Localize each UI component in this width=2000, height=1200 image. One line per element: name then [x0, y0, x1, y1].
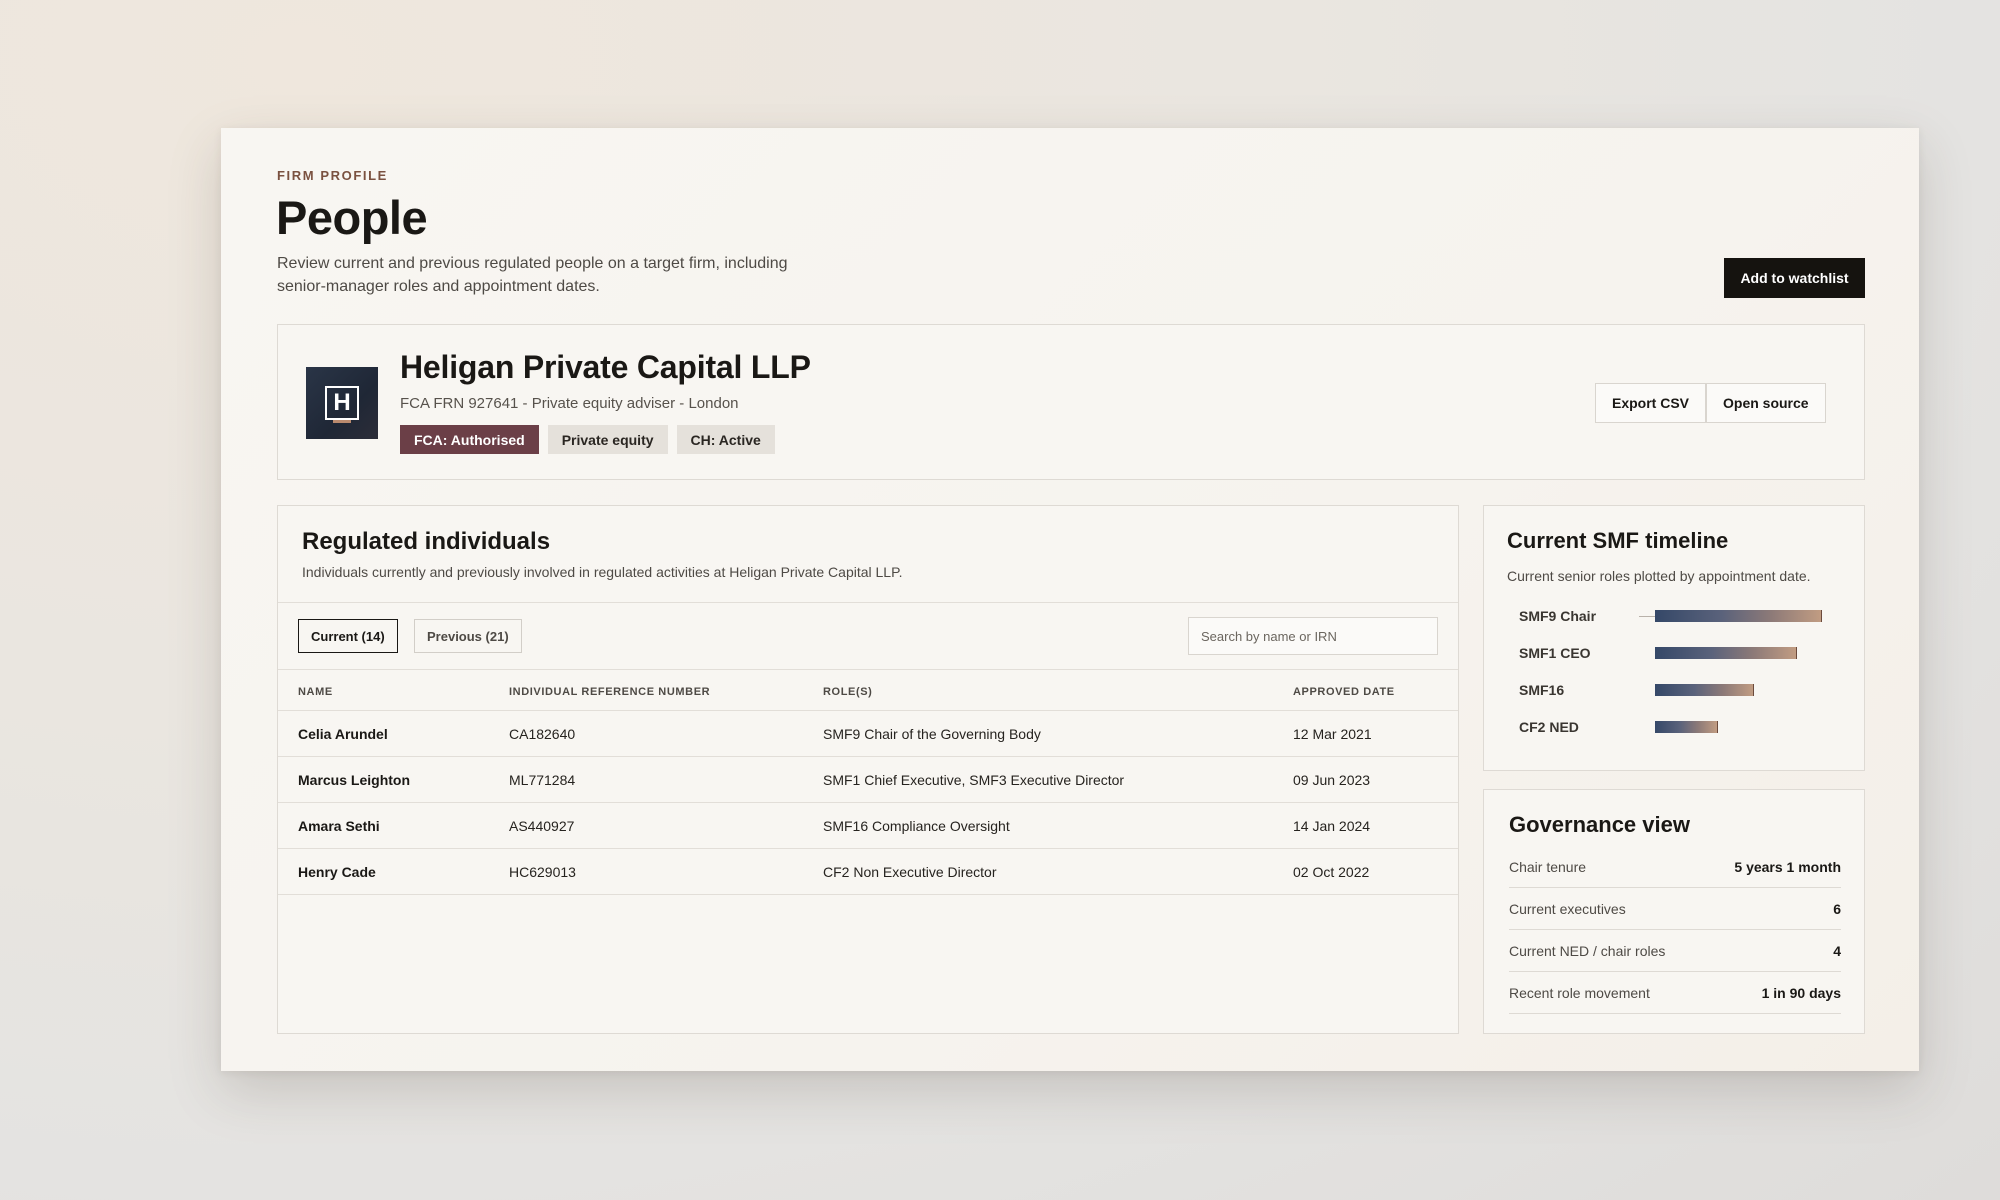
timeline-bar: [1655, 647, 1797, 659]
timeline-bar: [1655, 721, 1718, 733]
smf-timeline-panel: Current SMF timeline Current senior role…: [1483, 505, 1865, 771]
timeline-label: CF2 NED: [1519, 719, 1579, 735]
governance-value: 4: [1833, 943, 1841, 959]
divider: [278, 602, 1458, 603]
cell-roles: SMF1 Chief Executive, SMF3 Executive Dir…: [823, 772, 1125, 788]
page-title: People: [276, 191, 428, 244]
timeline-label: SMF9 Chair: [1519, 608, 1597, 624]
cell-irn: AS440927: [509, 818, 575, 834]
status-badge-fca: FCA: Authorised: [400, 425, 539, 454]
open-source-button[interactable]: Open source: [1706, 383, 1826, 423]
cell-name: Celia Arundel: [298, 726, 388, 742]
tab-current[interactable]: Current (14): [298, 619, 398, 653]
governance-value: 6: [1833, 901, 1841, 917]
column-header-approved-date: APPROVED DATE: [1293, 686, 1395, 698]
governance-value: 1 in 90 days: [1761, 985, 1841, 1001]
governance-panel: Governance view Chair tenure 5 years 1 m…: [1483, 789, 1865, 1034]
firm-profile-card: FIRM PROFILE People Review current and p…: [221, 128, 1919, 1071]
column-header-roles: ROLE(S): [823, 686, 873, 698]
cell-name: Marcus Leighton: [298, 772, 411, 788]
cell-date: 09 Jun 2023: [1293, 772, 1371, 788]
governance-row: Recent role movement 1 in 90 days: [1509, 972, 1841, 1014]
timeline-lead-line: [1639, 616, 1655, 617]
governance-title: Governance view: [1509, 812, 1690, 837]
cell-date: 14 Jan 2024: [1293, 818, 1371, 834]
timeline-bar: [1655, 610, 1822, 622]
cell-name: Amara Sethi: [298, 818, 380, 834]
search-input[interactable]: [1188, 617, 1438, 655]
cell-roles: CF2 Non Executive Director: [823, 864, 997, 880]
divider: [278, 669, 1458, 670]
page-description: Review current and previous regulated pe…: [277, 255, 788, 295]
firm-name: Heligan Private Capital LLP: [400, 349, 811, 385]
panel-subtitle: Individuals currently and previously inv…: [302, 564, 903, 580]
governance-row: Chair tenure 5 years 1 month: [1509, 846, 1841, 888]
firm-logo: H: [306, 367, 378, 439]
page-eyebrow: FIRM PROFILE: [277, 168, 388, 183]
column-header-irn: INDIVIDUAL REFERENCE NUMBER: [509, 686, 711, 698]
export-csv-button[interactable]: Export CSV: [1595, 383, 1707, 423]
cell-name: Henry Cade: [298, 864, 376, 880]
cell-irn: HC629013: [509, 864, 576, 880]
cell-date: 02 Oct 2022: [1293, 864, 1370, 880]
tab-previous[interactable]: Previous (21): [414, 619, 522, 653]
table-row[interactable]: Celia Arundel CA182640 SMF9 Chair of the…: [278, 711, 1458, 757]
status-badge-companies-house: CH: Active: [676, 425, 775, 454]
firm-summary: H Heligan Private Capital LLP FCA FRN 92…: [277, 324, 1865, 480]
firm-logo-letter: H: [325, 386, 359, 423]
firm-meta: FCA FRN 927641 - Private equity adviser …: [400, 395, 739, 412]
panel-title: Regulated individuals: [302, 528, 551, 555]
cell-roles: SMF16 Compliance Oversight: [823, 818, 1010, 834]
governance-value: 5 years 1 month: [1734, 859, 1841, 875]
status-badge-sector: Private equity: [547, 425, 668, 454]
timeline-bar: [1655, 684, 1754, 696]
timeline-label: SMF1 CEO: [1519, 645, 1591, 661]
governance-row: Current NED / chair roles 4: [1509, 930, 1841, 972]
governance-key: Current NED / chair roles: [1509, 943, 1666, 959]
timeline-subtitle: Current senior roles plotted by appointm…: [1507, 568, 1811, 584]
cell-irn: CA182640: [509, 726, 576, 742]
table-row[interactable]: Henry Cade HC629013 CF2 Non Executive Di…: [278, 849, 1458, 895]
table-row[interactable]: Amara Sethi AS440927 SMF16 Compliance Ov…: [278, 803, 1458, 849]
firm-badges: FCA: Authorised Private equity CH: Activ…: [400, 425, 775, 454]
governance-key: Recent role movement: [1509, 985, 1650, 1001]
table-row[interactable]: Marcus Leighton ML771284 SMF1 Chief Exec…: [278, 757, 1458, 803]
column-header-name: NAME: [298, 686, 333, 698]
cell-roles: SMF9 Chair of the Governing Body: [823, 726, 1041, 742]
governance-key: Current executives: [1509, 901, 1626, 917]
cell-date: 12 Mar 2021: [1293, 726, 1372, 742]
timeline-title: Current SMF timeline: [1507, 528, 1729, 553]
regulated-individuals-panel: Regulated individuals Individuals curren…: [277, 505, 1459, 1034]
governance-row: Current executives 6: [1509, 888, 1841, 930]
cell-irn: ML771284: [509, 772, 576, 788]
governance-key: Chair tenure: [1509, 859, 1587, 875]
add-to-watchlist-button[interactable]: Add to watchlist: [1724, 258, 1865, 298]
timeline-label: SMF16: [1519, 682, 1565, 698]
